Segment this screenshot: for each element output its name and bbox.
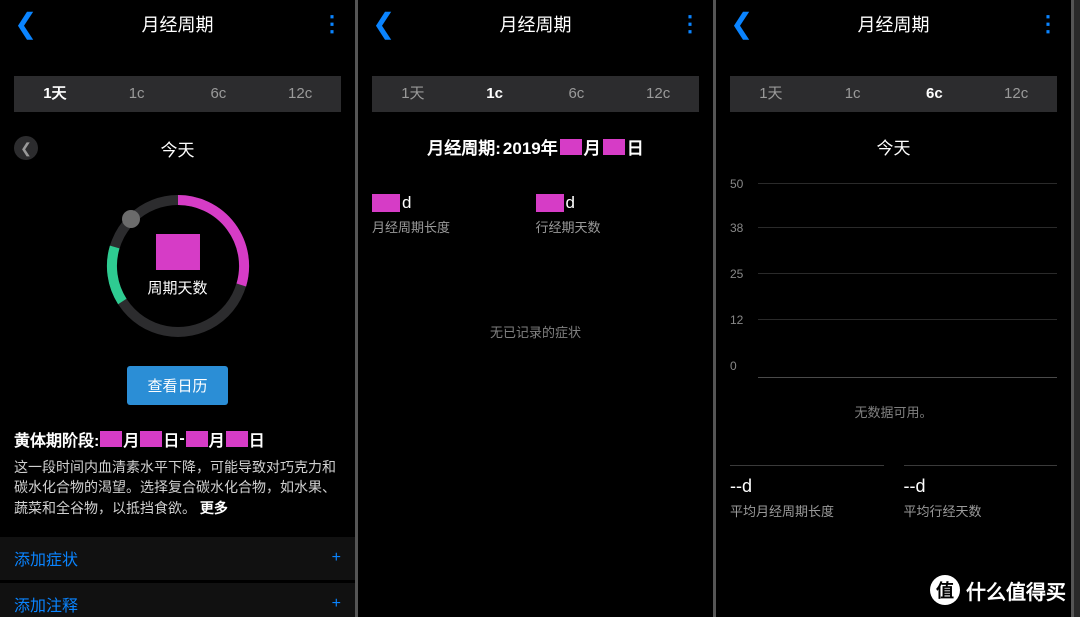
xaxis [758,377,1057,378]
header: ❮ 月经周期 ⋮ [716,0,1071,48]
redacted-month2 [186,431,208,447]
plus-icon: + [332,595,341,613]
avg-cycle-length: --d 平均月经周期长度 [730,465,884,520]
header-title: 月经周期 [142,11,214,37]
redacted-day1 [140,431,162,447]
tab-6c[interactable]: 6c [894,76,976,112]
header: ❮ 月经周期 ⋮ [0,0,355,48]
plus-icon: + [332,549,341,567]
redacted-value [155,234,199,270]
back-button[interactable]: ❮ [730,10,753,38]
tab-1c[interactable]: 1c [812,76,894,112]
metric2-label: 行经期天数 [536,217,700,236]
metric-period-days: d 行经期天数 [536,193,700,236]
header-title: 月经周期 [500,11,572,37]
more-link[interactable]: 更多 [200,500,228,516]
avg2-value: --d [904,476,1058,497]
panel-1day: ❮ 月经周期 ⋮ 1天 1c 6c 12c ❮ 今天 周期天数 查看日历 黄体期… [0,0,358,617]
no-symptoms-text: 无已记录的症状 [358,322,713,341]
tab-1c[interactable]: 1c [454,76,536,112]
tab-1day[interactable]: 1天 [730,76,812,112]
avg-metrics: --d 平均月经周期长度 --d 平均行经天数 [716,465,1071,520]
metric-cycle-length: d 月经周期长度 [372,193,536,236]
dash: - [179,430,184,448]
metric1-label: 月经周期长度 [372,217,536,236]
tab-6c[interactable]: 6c [536,76,618,112]
avg2-label: 平均行经天数 [904,501,1058,520]
phase-month: 月 [123,427,139,451]
add-note-row[interactable]: 添加注释 + [0,582,355,617]
redacted-day [603,139,625,155]
more-menu-icon[interactable]: ⋮ [679,11,699,37]
view-calendar-button[interactable]: 查看日历 [127,366,227,405]
phase-day: 日 [163,427,179,451]
ytick-25: 25 [730,267,743,281]
no-data-text: 无数据可用。 [716,402,1071,421]
tabs-segmented: 1天 1c 6c 12c [14,76,341,112]
redacted-val1 [372,194,400,212]
ytick-50: 50 [730,177,743,191]
metrics: d 月经周期长度 d 行经期天数 [358,193,713,236]
watermark-badge: 值 [930,575,960,605]
avg1-label: 平均月经周期长度 [730,501,884,520]
redacted-val2 [536,194,564,212]
chart: 50 38 25 12 0 [730,183,1057,378]
avg-period-days: --d 平均行经天数 [904,465,1058,520]
today-row: ❮ 今天 [0,134,355,162]
tab-12c[interactable]: 12c [975,76,1057,112]
tab-1c[interactable]: 1c [96,76,178,112]
ytick-0: 0 [730,359,737,373]
tab-1day[interactable]: 1天 [372,76,454,112]
ring-center: 周期天数 [147,234,207,298]
phase-title: 黄体期阶段: 月 日 - 月 日 [0,427,355,451]
add-note-label: 添加注释 [14,592,78,616]
redacted-day2 [226,431,248,447]
today-label: 今天 [877,139,911,158]
tabs-segmented: 1天 1c 6c 12c [730,76,1057,112]
add-symptom-label: 添加症状 [14,546,78,570]
more-menu-icon[interactable]: ⋮ [1037,11,1057,37]
today-label: 今天 [161,136,195,161]
redacted-month1 [100,431,122,447]
cycle-ring: 周期天数 [0,186,355,346]
cycle-title: 月经周期: 2019年 月 日 [358,134,713,159]
prev-day-button[interactable]: ❮ [14,136,38,160]
add-symptom-row[interactable]: 添加症状 + [0,536,355,580]
panel-6c: ❮ 月经周期 ⋮ 1天 1c 6c 12c 今天 50 38 25 12 0 无… [716,0,1074,617]
more-menu-icon[interactable]: ⋮ [321,11,341,37]
tab-6c[interactable]: 6c [178,76,260,112]
phase-day2: 日 [249,427,265,451]
phase-prefix: 黄体期阶段: [14,427,99,451]
watermark-text: 什么值得买 [966,576,1066,605]
tabs-segmented: 1天 1c 6c 12c [372,76,699,112]
watermark: 值 什么值得买 [930,575,1066,605]
header: ❮ 月经周期 ⋮ [358,0,713,48]
tab-12c[interactable]: 12c [259,76,341,112]
redacted-month [560,139,582,155]
ytick-12: 12 [730,313,743,327]
header-title: 月经周期 [858,11,930,37]
tab-12c[interactable]: 12c [617,76,699,112]
phase-description: 这一段时间内血清素水平下降，可能导致对巧克力和碳水化合物的渴望。选择复合碳水化合… [0,451,355,518]
back-button[interactable]: ❮ [14,10,37,38]
tab-1day[interactable]: 1天 [14,76,96,112]
panel-1c: ❮ 月经周期 ⋮ 1天 1c 6c 12c 月经周期: 2019年 月 日 d … [358,0,716,617]
ytick-38: 38 [730,221,743,235]
ring-label: 周期天数 [147,280,207,297]
avg1-value: --d [730,476,884,497]
phase-month2: 月 [209,427,225,451]
back-button[interactable]: ❮ [372,10,395,38]
